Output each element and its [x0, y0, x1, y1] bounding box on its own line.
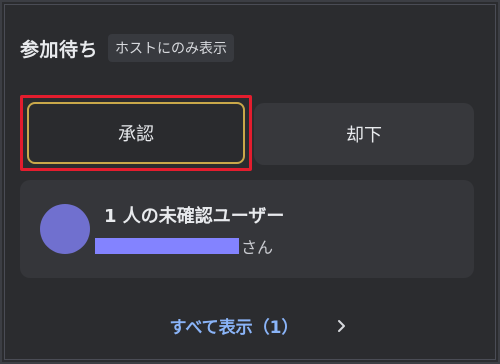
- pending-user-name: さん: [95, 234, 273, 258]
- avatar: [40, 204, 90, 254]
- approve-button[interactable]: 承認: [27, 102, 245, 164]
- approve-button-label: 承認: [118, 124, 154, 145]
- chevron-right-icon: [338, 319, 346, 332]
- approve-button-highlight: 承認: [20, 95, 252, 171]
- show-all-link[interactable]: すべて表示（1）: [2, 313, 500, 338]
- pending-summary: 1 人の未確認ユーザー: [104, 206, 285, 227]
- redacted-name: [95, 238, 239, 254]
- waiting-panel: 参加待ち ホストにのみ表示 承認 却下 1 人の未確認ユーザー さん すべて表示…: [0, 0, 500, 364]
- deny-button-label: 却下: [346, 125, 382, 146]
- show-all-label: すべて表示（1）: [169, 318, 299, 338]
- panel-header: 参加待ち ホストにのみ表示: [20, 34, 235, 62]
- host-only-badge: ホストにのみ表示: [108, 34, 235, 62]
- pending-user-card: 1 人の未確認ユーザー さん: [20, 180, 474, 278]
- panel-title: 参加待ち: [20, 38, 99, 61]
- name-suffix: さん: [241, 238, 274, 257]
- deny-button[interactable]: 却下: [254, 103, 474, 165]
